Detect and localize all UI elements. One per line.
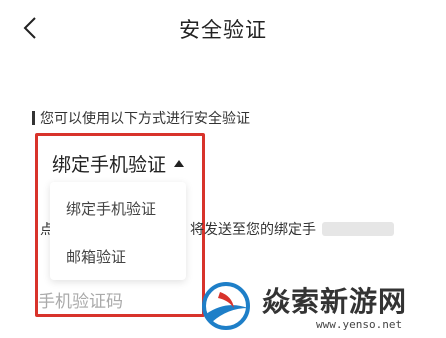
watermark-logo-icon xyxy=(202,282,250,330)
watermark-url: www.yenso.net xyxy=(316,318,403,331)
page-title: 安全验证 xyxy=(179,18,267,42)
send-tip-text: 将发送至您的绑定手 xyxy=(190,222,316,238)
caret-up-icon xyxy=(174,160,185,167)
watermark: 焱索新游网 www.yenso.net xyxy=(198,278,442,336)
masked-phone-number xyxy=(322,222,394,236)
verification-hint: 您可以使用以下方式进行安全验证 xyxy=(32,108,250,128)
verification-code-input[interactable] xyxy=(38,290,198,314)
hint-bar xyxy=(32,111,35,125)
current-method-label: 绑定手机验证 xyxy=(52,154,167,176)
header: 安全验证 xyxy=(0,0,446,56)
hint-text: 您可以使用以下方式进行安全验证 xyxy=(40,111,250,127)
method-dropdown-menu: 绑定手机验证 邮箱验证 xyxy=(50,182,186,280)
watermark-brand: 焱索新游网 xyxy=(262,285,408,318)
option-email-verification[interactable]: 邮箱验证 xyxy=(66,246,126,267)
option-phone-verification[interactable]: 绑定手机验证 xyxy=(66,198,156,219)
method-dropdown-toggle[interactable]: 绑定手机验证 xyxy=(52,150,185,177)
